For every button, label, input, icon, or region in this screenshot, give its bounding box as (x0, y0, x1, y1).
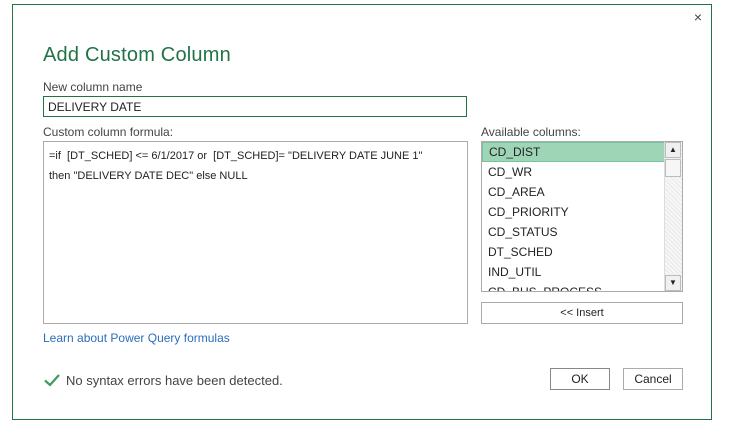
column-item-cd-priority[interactable]: CD_PRIORITY (482, 202, 682, 222)
arrow-up-icon[interactable]: ▲ (665, 142, 681, 158)
available-columns-label: Available columns: (481, 125, 581, 139)
column-item-cd-wr[interactable]: CD_WR (482, 162, 682, 182)
available-columns-list[interactable]: CD_DIST CD_WR CD_AREA CD_PRIORITY CD_STA… (481, 141, 683, 292)
close-icon[interactable]: × (691, 10, 705, 24)
columns-scrollbar[interactable]: ▲ ▼ (664, 142, 682, 291)
check-icon (44, 374, 60, 387)
column-item-cd-bus-process[interactable]: CD_BUS_PROCESS (482, 282, 682, 291)
dialog-title: Add Custom Column (43, 44, 231, 66)
column-item-cd-dist[interactable]: CD_DIST (482, 142, 682, 162)
insert-button[interactable]: << Insert (481, 302, 683, 324)
cancel-button[interactable]: Cancel (623, 368, 683, 390)
ok-button[interactable]: OK (550, 368, 610, 390)
syntax-status-text: No syntax errors have been detected. (66, 373, 283, 388)
column-item-dt-sched[interactable]: DT_SCHED (482, 242, 682, 262)
column-item-cd-area[interactable]: CD_AREA (482, 182, 682, 202)
formula-line: =if [DT_SCHED] <= 6/1/2017 or [DT_SCHED]… (49, 150, 423, 162)
new-column-name-label: New column name (43, 80, 143, 94)
column-item-ind-util[interactable]: IND_UTIL (482, 262, 682, 282)
learn-formulas-link[interactable]: Learn about Power Query formulas (43, 331, 230, 345)
new-column-name-input[interactable] (43, 96, 467, 117)
arrow-down-icon[interactable]: ▼ (665, 275, 681, 291)
scrollbar-thumb[interactable] (665, 159, 681, 177)
formula-label: Custom column formula: (43, 125, 174, 139)
formula-editor[interactable]: =if [DT_SCHED] <= 6/1/2017 or [DT_SCHED]… (43, 141, 468, 324)
column-item-cd-status[interactable]: CD_STATUS (482, 222, 682, 242)
formula-line: then "DELIVERY DATE DEC" else NULL (49, 170, 248, 182)
